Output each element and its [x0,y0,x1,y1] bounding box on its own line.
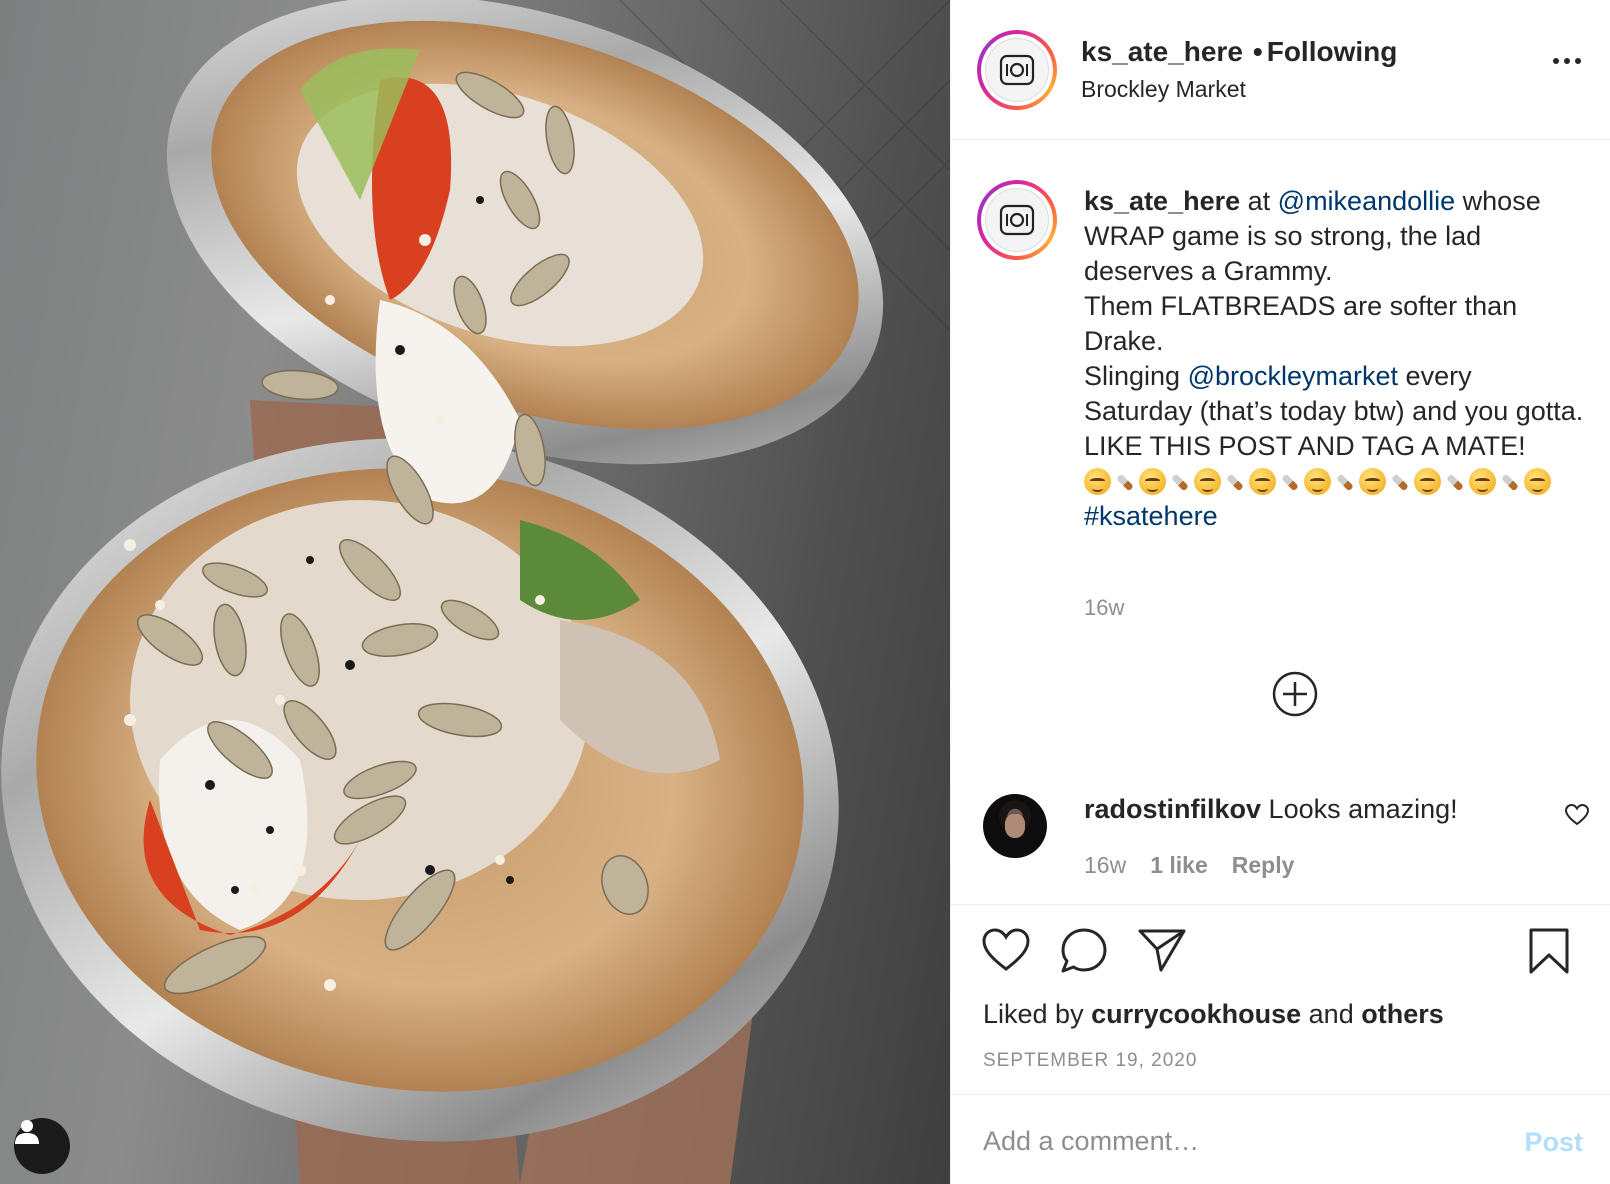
post-location[interactable]: Brockley Market [1081,76,1246,103]
post-date[interactable]: SEPTEMBER 19, 2020 [983,1050,1197,1072]
comment-bubble-icon[interactable] [1059,927,1109,975]
liked-by-prefix: Liked by [983,999,1092,1029]
smiling-face-emoji [1524,468,1551,495]
burrito-emoji [1279,471,1301,493]
load-more-comments-icon[interactable] [1271,670,1319,718]
burrito-emoji [1389,471,1411,493]
smiling-face-emoji [1084,468,1111,495]
caption-line: Slinging @brockleymarket every Saturday … [1084,359,1584,429]
following-button[interactable]: Following [1267,36,1398,67]
smiling-face-emoji [1304,468,1331,495]
smiling-face-emoji [1469,468,1496,495]
comment-text: radostinfilkov Looks amazing! [1084,794,1458,825]
liked-by-user-link[interactable]: currycookhouse [1091,999,1301,1029]
caption-text-part: at [1240,186,1278,216]
caption-line: Them FLATBREADS are softer than Drake. [1084,291,1518,356]
post-header: ks_ate_here • Following Brockley Market [951,0,1610,140]
caption-text: ks_ate_here at @mikeandollie whose WRAP … [1084,184,1584,534]
burrito-emoji [1334,471,1356,493]
post-actions: Liked by currycookhouse and others SEPTE… [951,904,1610,1084]
comment-input[interactable] [983,1119,1483,1163]
wrap-illustration [1,0,950,1184]
post-detail-panel: ks_ate_here • Following Brockley Market ks [950,0,1610,1184]
header-separator: • [1252,36,1263,67]
caption-timestamp[interactable]: 16w [1084,595,1124,621]
person-icon [15,1120,39,1144]
smiling-face-emoji [1194,468,1221,495]
burrito-emoji [1169,471,1191,493]
burrito-emoji [1444,471,1466,493]
smiling-face-emoji [1139,468,1166,495]
liked-by-line: Liked by currycookhouse and others [983,999,1444,1030]
commenter-avatar[interactable] [983,794,1047,858]
share-send-icon[interactable] [1137,927,1187,973]
comment-meta: 16w 1 like Reply [1084,852,1294,879]
more-options-button[interactable] [1553,58,1581,64]
profile-avatar[interactable] [977,30,1057,110]
caption-author-avatar[interactable] [977,180,1057,260]
like-heart-icon[interactable] [981,927,1031,973]
more-dots-icon [1553,58,1559,64]
burrito-emoji [1499,471,1521,493]
commenter-username[interactable]: radostinfilkov [1084,794,1261,824]
mention-link[interactable]: @mikeandollie [1278,186,1456,216]
liked-by-mid: and [1301,999,1362,1029]
reply-button[interactable]: Reply [1232,852,1295,879]
liked-by-others-link[interactable]: others [1361,999,1444,1029]
caption-text-part: Slinging [1084,361,1188,391]
comment-time[interactable]: 16w [1084,852,1126,879]
smiling-face-emoji [1249,468,1276,495]
burrito-emoji [1114,471,1136,493]
caption-line: LIKE THIS POST AND TAG A MATE! [1084,431,1526,461]
smiling-face-emoji [1359,468,1386,495]
save-bookmark-icon[interactable] [1527,927,1571,975]
post-comment-button[interactable]: Post [1524,1127,1583,1158]
mention-link[interactable]: @brockleymarket [1188,361,1398,391]
post-author-username[interactable]: ks_ate_here [1081,36,1243,67]
smiling-face-emoji [1414,468,1441,495]
camera-logo-icon [999,54,1035,86]
post-photo[interactable] [0,0,950,1184]
tagged-users-button[interactable] [14,1118,70,1174]
burrito-emoji [1224,471,1246,493]
add-comment-bar: Post [951,1094,1610,1184]
hashtag-link[interactable]: #ksatehere [1084,499,1584,534]
emoji-row [1084,464,1584,499]
comment-like-heart-icon[interactable] [1565,804,1589,826]
post-author-line: ks_ate_here • Following [1081,36,1397,68]
camera-logo-icon [999,204,1035,236]
comment-body: Looks amazing! [1268,794,1458,824]
caption-username[interactable]: ks_ate_here [1084,186,1240,216]
comment-like-count[interactable]: 1 like [1150,852,1208,879]
